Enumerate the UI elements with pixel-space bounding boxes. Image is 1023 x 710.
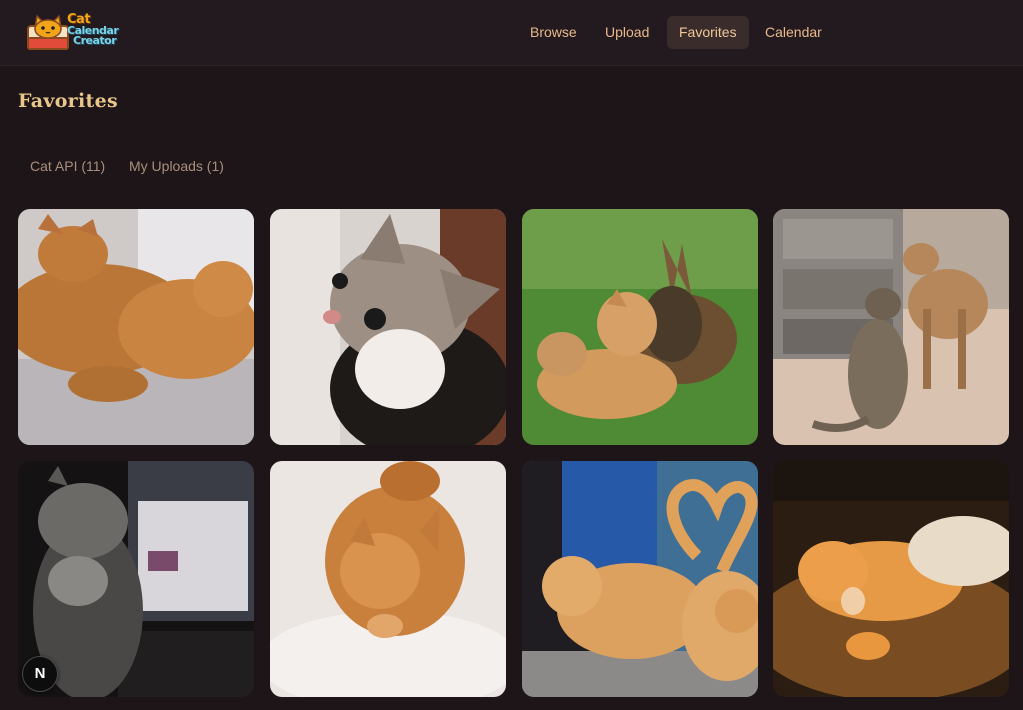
cat-logo-icon — [27, 14, 69, 50]
photo-card[interactable] — [18, 209, 254, 445]
photo-card[interactable] — [773, 461, 1009, 697]
next-dev-indicator-button[interactable]: N — [22, 656, 58, 692]
top-navbar: Cat Calendar Creator Browse Upload Favor… — [0, 0, 1023, 66]
nav-favorites[interactable]: Favorites — [667, 16, 749, 49]
cat-photo-image — [18, 209, 254, 445]
photo-card[interactable] — [522, 461, 758, 697]
cat-fawn-photo-image — [773, 209, 1009, 445]
photo-card[interactable] — [270, 461, 506, 697]
tab-cat-api[interactable]: Cat API (11) — [18, 150, 117, 182]
app-logo[interactable]: Cat Calendar Creator — [27, 12, 131, 52]
kitten-photo-image — [270, 209, 506, 445]
page-title: Favorites — [18, 90, 118, 112]
snow-cat-photo-image — [270, 461, 506, 697]
logo-line-3: Creator — [73, 34, 117, 47]
tab-my-uploads[interactable]: My Uploads (1) — [117, 150, 236, 182]
nav-calendar[interactable]: Calendar — [753, 16, 834, 49]
photo-card[interactable] — [270, 209, 506, 445]
photo-card[interactable] — [522, 209, 758, 445]
nav-upload[interactable]: Upload — [593, 16, 661, 49]
nav-browse[interactable]: Browse — [518, 16, 589, 49]
cat-deer-photo-image — [522, 209, 758, 445]
photo-card[interactable] — [773, 209, 1009, 445]
logo-wordmark: Cat Calendar Creator — [67, 13, 119, 47]
heart-tails-photo-image — [522, 461, 758, 697]
blanket-cat-photo-image — [773, 461, 1009, 697]
